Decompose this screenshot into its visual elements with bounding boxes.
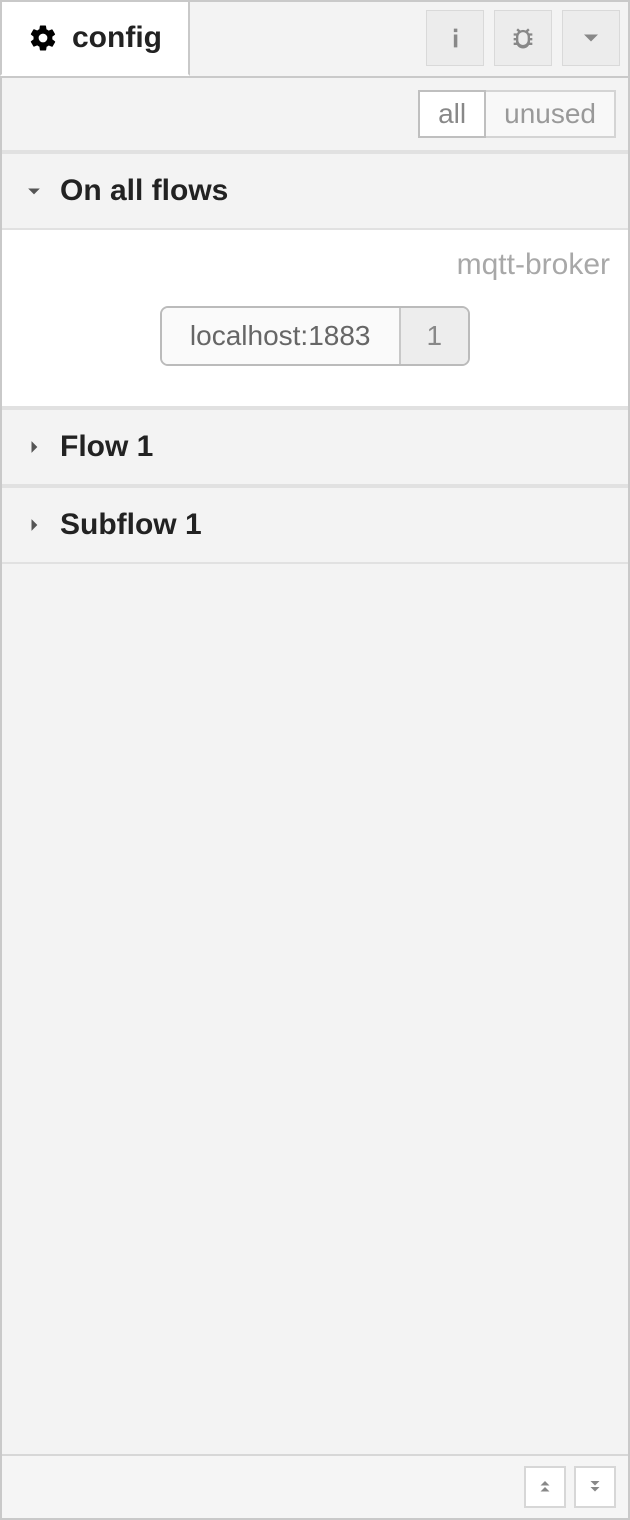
chevron-down-icon [24,181,44,201]
caret-down-icon [577,24,605,52]
category-label: Subflow 1 [60,508,202,542]
category-label: Flow 1 [60,430,153,464]
category-subflow-1[interactable]: Subflow 1 [2,486,628,564]
chevron-right-icon [24,437,44,457]
config-node-usage-count: 1 [399,308,469,364]
config-node-mqtt-broker[interactable]: localhost:1883 1 [160,306,470,366]
double-chevron-up-icon [536,1478,554,1496]
debug-button[interactable] [494,10,552,66]
filter-row: all unused [2,78,628,152]
empty-area [2,564,628,1454]
config-sidebar-panel: config all unused On all flows mqtt-brok… [0,0,630,1520]
menu-dropdown-button[interactable] [562,10,620,66]
expand-all-button[interactable] [574,1466,616,1508]
sidebar-footer [2,1454,628,1518]
gear-icon [28,23,58,53]
category-label: On all flows [60,174,228,208]
node-type-block: mqtt-broker localhost:1883 1 [2,230,628,408]
config-node-name: localhost:1883 [162,308,399,364]
collapse-all-button[interactable] [524,1466,566,1508]
header-button-group [426,2,628,66]
node-type-label: mqtt-broker [20,242,610,306]
filter-unused-button[interactable]: unused [486,90,616,138]
double-chevron-down-icon [586,1478,604,1496]
category-on-all-flows[interactable]: On all flows [2,152,628,230]
tab-config[interactable]: config [0,0,190,76]
filter-all-button[interactable]: all [418,90,486,138]
info-icon [441,24,469,52]
filter-segmented-control: all unused [418,90,616,138]
sidebar-header: config [2,2,628,78]
info-button[interactable] [426,10,484,66]
category-flow-1[interactable]: Flow 1 [2,408,628,486]
bug-icon [509,24,537,52]
chevron-right-icon [24,515,44,535]
tab-label: config [72,21,162,55]
